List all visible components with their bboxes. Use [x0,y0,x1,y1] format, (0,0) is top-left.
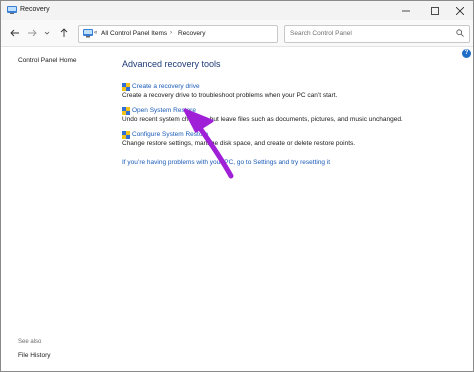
configure-system-restore-description: Change restore settings, manage disk spa… [122,140,356,147]
recent-locations-chevron-icon[interactable] [41,27,53,39]
reset-pc-settings-link[interactable]: If you’re having problems with your PC, … [122,159,330,166]
help-icon[interactable]: ? [462,49,471,58]
breadcrumb-recovery[interactable]: Recovery [178,30,205,37]
search-box[interactable]: Search Control Panel [284,25,470,43]
navigation-bar: « › All Control Panel Items › Recovery S… [1,20,473,46]
breadcrumb-separator-icon: › [170,30,172,36]
close-button[interactable] [447,1,473,20]
recovery-window: Recovery « › All Control Panel Items › R… [0,0,474,372]
shield-icon [122,131,130,139]
title-bar: Recovery [1,1,473,20]
control-panel-icon [83,29,93,38]
back-arrow-icon[interactable] [9,27,21,39]
see-also-label: See also [18,339,42,345]
shield-icon [122,107,130,115]
minimize-button[interactable] [393,1,419,20]
window-title: Recovery [20,6,50,13]
address-overflow-marker[interactable]: « [94,30,97,36]
address-bar[interactable]: « › All Control Panel Items › Recovery [78,25,345,43]
control-panel-home-link[interactable]: Control Panel Home [18,57,77,64]
create-recovery-drive-link[interactable]: Create a recovery drive [132,83,200,90]
open-system-restore-link[interactable]: Open System Restore [132,107,196,114]
configure-system-restore-link[interactable]: Configure System Restore [132,131,208,138]
search-placeholder[interactable]: Search Control Panel [290,30,352,37]
breadcrumb-all-control-panel-items[interactable]: All Control Panel Items [101,30,167,37]
forward-arrow-icon[interactable] [26,27,38,39]
maximize-button[interactable] [422,1,448,20]
control-panel-app-icon [7,6,17,14]
shield-icon [122,83,130,91]
left-pane: Control Panel Home See also File History [1,47,111,371]
up-arrow-icon[interactable] [58,27,70,39]
search-icon[interactable] [456,29,464,39]
open-system-restore-description: Undo recent system changes, but leave fi… [122,116,403,123]
create-recovery-drive-description: Create a recovery drive to troubleshoot … [122,92,338,99]
file-history-link[interactable]: File History [18,352,51,359]
section-title: Advanced recovery tools [122,59,221,69]
